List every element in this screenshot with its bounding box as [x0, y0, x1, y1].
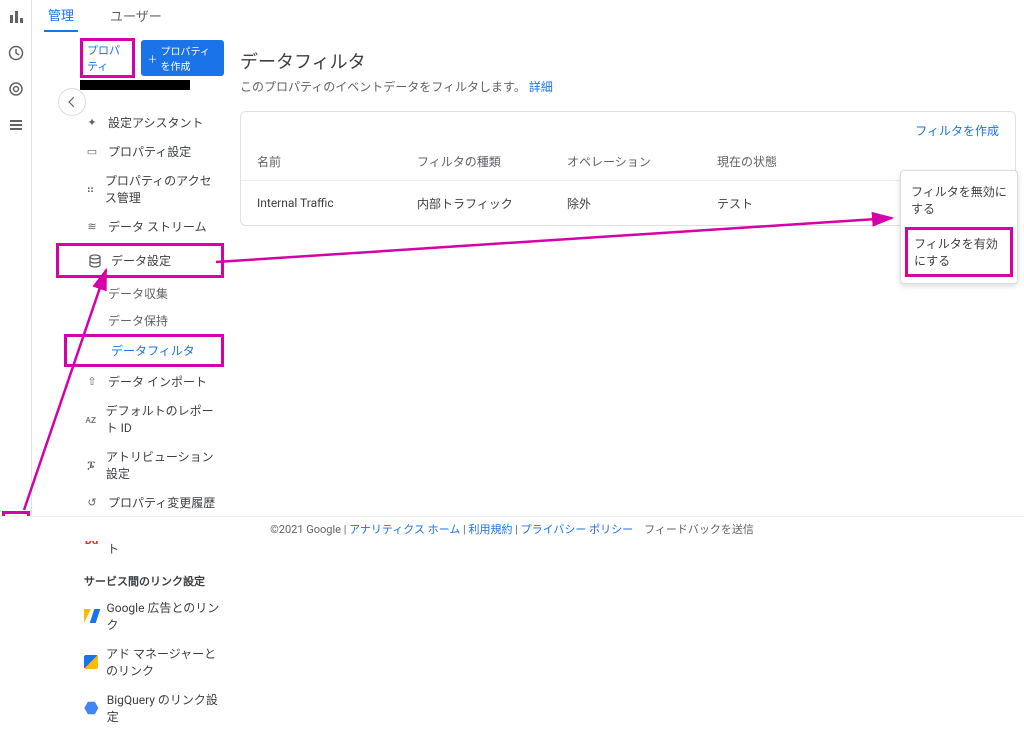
create-property-button[interactable]: ＋プロパティを作成: [141, 40, 224, 76]
top-tabs: 管理 ユーザー: [44, 0, 166, 30]
nav-data-filters[interactable]: データフィルタ: [64, 334, 224, 367]
link-section-title: サービス間のリンク設定: [56, 563, 224, 593]
history-icon: ↺: [84, 495, 100, 511]
footer-copyright: ©2021 Google: [270, 523, 341, 536]
nav-data-settings[interactable]: データ設定: [56, 243, 224, 278]
nav-property-settings[interactable]: ▭プロパティ設定: [56, 137, 224, 166]
stream-icon: ≋: [84, 219, 100, 235]
create-filter-button[interactable]: フィルタを作成: [915, 122, 999, 139]
people-icon: ⠶: [84, 181, 97, 197]
nav-data-retention[interactable]: データ保持: [64, 307, 224, 334]
assistant-icon: ✦: [84, 115, 100, 131]
left-rail: [0, 0, 32, 541]
tab-user[interactable]: ユーザー: [106, 0, 166, 31]
target-icon[interactable]: [7, 80, 25, 98]
col-state: 現在の状態: [717, 153, 945, 170]
bigquery-icon: [84, 700, 99, 716]
page-title: データフィルタ: [240, 48, 1016, 74]
list-icon[interactable]: [7, 116, 25, 134]
cell-name: Internal Traffic: [257, 196, 417, 210]
nav-data-collection[interactable]: データ収集: [64, 280, 224, 307]
nav-access-mgmt[interactable]: ⠶プロパティのアクセス管理: [56, 166, 224, 212]
cell-operation: 除外: [567, 195, 717, 212]
property-chip[interactable]: プロパティ: [80, 38, 135, 78]
clock-icon[interactable]: [7, 44, 25, 62]
footer-privacy-link[interactable]: プライバシー ポリシー: [521, 523, 634, 536]
col-name: 名前: [257, 153, 417, 170]
nav-data-streams[interactable]: ≋データ ストリーム: [56, 212, 224, 241]
nav-change-history[interactable]: ↺プロパティ変更履歴: [56, 488, 224, 517]
footer-home-link[interactable]: アナリティクス ホーム: [349, 523, 460, 536]
upload-icon: ⇧: [84, 374, 100, 390]
footer-feedback[interactable]: フィードバックを送信: [644, 523, 754, 536]
col-type: フィルタの種類: [417, 153, 567, 170]
page-subtitle: このプロパティのイベントデータをフィルタします。 詳細: [240, 78, 1016, 95]
attribution-icon: ᎎ: [84, 457, 98, 473]
property-sidebar: プロパティ ＋プロパティを作成 ✦設定アシスタント ▭プロパティ設定 ⠶プロパテ…: [56, 38, 224, 731]
col-operation: オペレーション: [567, 153, 717, 170]
id-icon: ᴀᴢ: [84, 411, 98, 427]
database-icon: [87, 253, 103, 269]
footer: ©2021 Google | アナリティクス ホーム | 利用規約 | プライバ…: [0, 516, 1024, 541]
table-row[interactable]: Internal Traffic 内部トラフィック 除外 テスト ›: [241, 181, 1015, 225]
learn-more-link[interactable]: 詳細: [529, 80, 553, 94]
property-name-redacted: [80, 80, 190, 90]
table-header: 名前 フィルタの種類 オペレーション 現在の状態: [241, 143, 1015, 181]
menu-disable-filter[interactable]: フィルタを無効にする: [901, 175, 1017, 225]
nav-google-ads-link[interactable]: Google 広告とのリンク: [56, 593, 224, 639]
bar-chart-icon[interactable]: [7, 8, 25, 26]
card-icon: ▭: [84, 144, 100, 160]
filter-actions-menu: フィルタを無効にする フィルタを有効にする: [900, 170, 1018, 284]
cell-type: 内部トラフィック: [417, 195, 567, 212]
nav-ad-manager-link[interactable]: アド マネージャーとのリンク: [56, 639, 224, 685]
tab-admin[interactable]: 管理: [44, 0, 78, 32]
nav-data-import[interactable]: ⇧データ インポート: [56, 367, 224, 396]
footer-terms-link[interactable]: 利用規約: [468, 523, 512, 536]
google-ads-icon: [84, 608, 99, 624]
ad-manager-icon: [84, 654, 98, 670]
nav-default-report-id[interactable]: ᴀᴢデフォルトのレポート ID: [56, 396, 224, 442]
nav-attribution[interactable]: ᎎアトリビューション設定: [56, 442, 224, 488]
back-button[interactable]: [58, 88, 86, 116]
menu-enable-filter[interactable]: フィルタを有効にする: [905, 227, 1013, 277]
nav-bigquery-link[interactable]: BigQuery のリンク設定: [56, 685, 224, 731]
